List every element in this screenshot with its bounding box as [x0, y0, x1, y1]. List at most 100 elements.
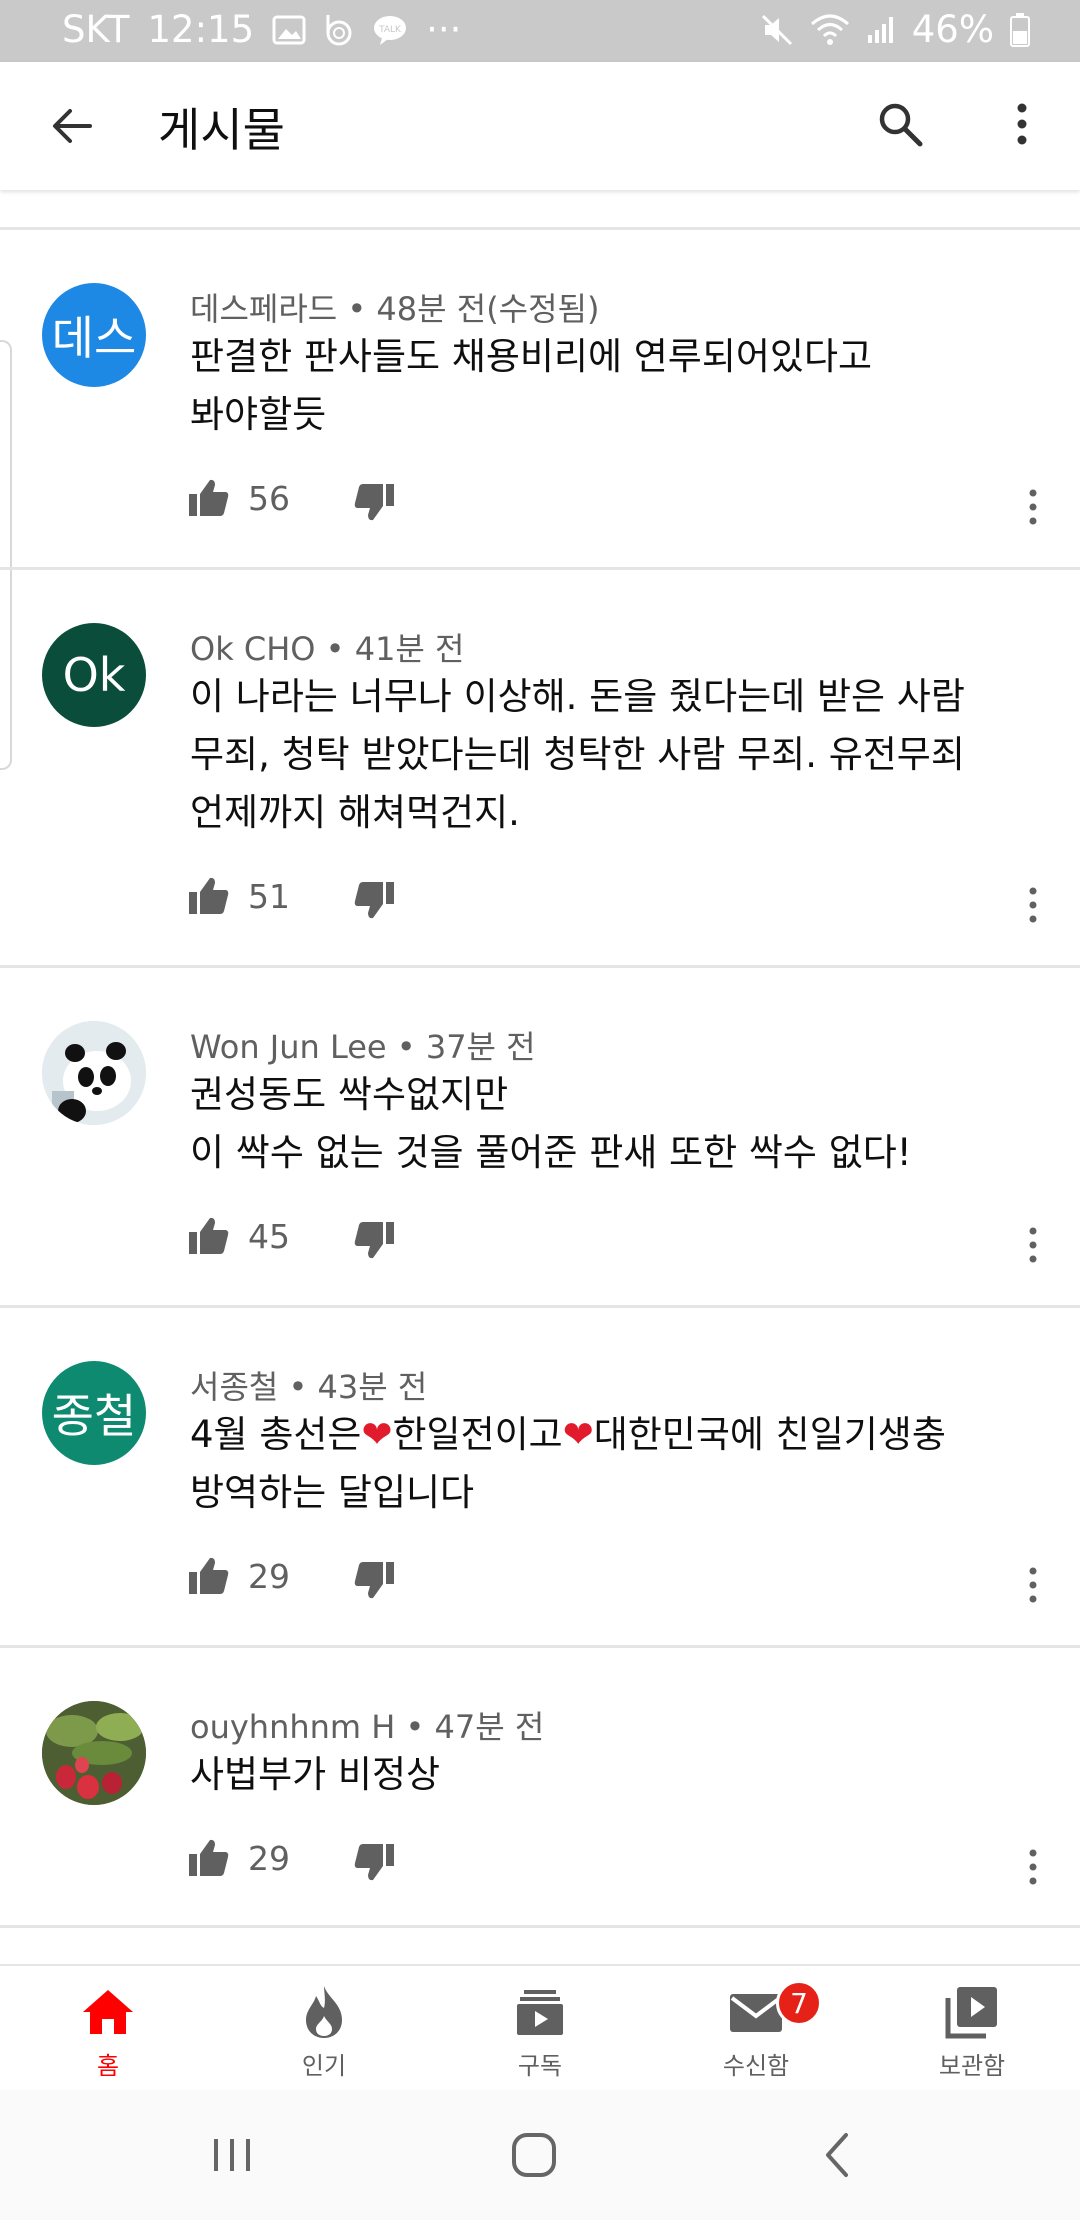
comment-actions: 51 — [188, 876, 1048, 936]
dislike-button[interactable] — [353, 1220, 395, 1264]
comment-line: 사법부가 비정상 — [190, 1753, 441, 1796]
back-arrow-icon — [53, 109, 92, 143]
home-system-button[interactable] — [494, 2120, 574, 2190]
b-app-icon — [324, 13, 354, 47]
comment-author[interactable]: ouyhnhnm H — [190, 1708, 395, 1746]
app-bar: 게시물 — [0, 62, 1080, 190]
meta-separator: • — [347, 290, 367, 328]
thumbs-down-icon — [354, 484, 394, 521]
comment-meta: Ok CHO • 41분 전 — [190, 624, 464, 670]
mute-icon — [760, 13, 794, 47]
system-navigation-bar — [0, 2090, 1080, 2220]
comment-author[interactable]: Ok CHO — [190, 630, 315, 668]
comment-more-button[interactable] — [1018, 1220, 1048, 1270]
more-vert-icon — [1029, 1849, 1037, 1885]
signal-icon — [866, 15, 896, 45]
back-button[interactable] — [40, 94, 104, 158]
comment-line: 언제까지 해쳐먹건지. — [190, 791, 520, 834]
thumbs-down-icon — [354, 1222, 394, 1259]
like-button[interactable]: 29 — [188, 1838, 290, 1878]
comment-line: 방역하는 달입니다 — [190, 1471, 475, 1514]
status-bar: SKT 12:15 TALK ··· 46% — [0, 0, 1080, 62]
nav-trending[interactable]: 인기 — [216, 1966, 432, 2092]
nav-subscriptions[interactable]: 구독 — [432, 1966, 648, 2092]
more-vert-icon — [1029, 1567, 1037, 1603]
heart-emoji: ❤ — [562, 1413, 594, 1456]
more-options-button[interactable] — [990, 92, 1054, 156]
thumbs-down-icon — [354, 1562, 394, 1599]
dislike-button[interactable] — [353, 1842, 395, 1886]
nav-inbox[interactable]: 7 수신함 — [648, 1966, 864, 2092]
comment-time: 37분 전 — [425, 1028, 536, 1066]
more-vert-icon — [1029, 1227, 1037, 1263]
comment-more-button[interactable] — [1018, 880, 1048, 930]
meta-separator: • — [405, 1708, 425, 1746]
like-button[interactable]: 45 — [188, 1216, 290, 1256]
panda-avatar-image — [42, 1021, 146, 1125]
divider — [0, 1925, 1080, 1928]
dislike-button[interactable] — [353, 482, 395, 526]
comment-item: Ok Ok CHO • 41분 전 이 나라는 너무나 이상해. 돈을 줬다는데… — [0, 570, 1080, 966]
thumbs-down-icon — [354, 1844, 394, 1881]
avatar[interactable]: 종철 — [42, 1361, 146, 1465]
talk-icon: TALK — [372, 14, 408, 46]
thumbs-up-icon — [189, 1557, 229, 1594]
like-button[interactable]: 29 — [188, 1556, 290, 1596]
dislike-button[interactable] — [353, 1560, 395, 1604]
search-button[interactable] — [868, 92, 932, 156]
dislike-button[interactable] — [353, 880, 395, 924]
comment-line: 이 싹수 없는 것을 풀어준 판새 또한 싹수 없다! — [190, 1131, 912, 1174]
avatar[interactable]: 데스 — [42, 283, 146, 387]
comment-author[interactable]: 서종철 — [190, 1368, 278, 1406]
comment-line: 판결한 판사들도 채용비리에 연루되어있다고 — [190, 335, 873, 378]
nav-label: 구독 — [517, 2052, 563, 2080]
recents-button[interactable] — [192, 2120, 272, 2190]
page-title: 게시물 — [158, 103, 285, 157]
clock: 12:15 — [147, 8, 255, 51]
nav-home[interactable]: 홈 — [0, 1966, 216, 2092]
comment-text: 이 나라는 너무나 이상해. 돈을 줬다는데 받은 사람 무죄, 청탁 받았다는… — [190, 668, 1050, 842]
comment-author[interactable]: Won Jun Lee — [190, 1028, 387, 1066]
more-vert-icon — [1029, 489, 1037, 525]
recents-icon — [214, 2139, 250, 2171]
gallery-icon — [272, 15, 306, 45]
comment-more-button[interactable] — [1018, 1560, 1048, 1610]
status-overflow: ··· — [426, 8, 462, 51]
home-circle-icon — [512, 2133, 556, 2177]
comment-text: 4월 총선은❤한일전이고❤대한민국에 친일기생충 방역하는 달입니다 — [190, 1406, 1050, 1522]
strawberry-avatar-image — [42, 1701, 146, 1805]
comment-text-part: 한일전이고 — [392, 1413, 563, 1456]
comment-line: 봐야할듯 — [190, 393, 327, 436]
comment-more-button[interactable] — [1018, 482, 1048, 532]
comment-time: 48분 전(수정됨) — [376, 290, 600, 328]
comment-author[interactable]: 데스페라드 — [190, 290, 337, 328]
comment-meta: ouyhnhnm H • 47분 전 — [190, 1702, 544, 1748]
like-button[interactable]: 56 — [188, 478, 290, 518]
avatar[interactable]: Ok — [42, 623, 146, 727]
battery-percent: 46% — [911, 8, 994, 51]
nav-label: 보관함 — [938, 2052, 1006, 2080]
comment-more-button[interactable] — [1018, 1842, 1048, 1892]
like-count: 29 — [248, 1556, 290, 1596]
home-icon — [75, 1982, 141, 2042]
comment-text: 판결한 판사들도 채용비리에 연루되어있다고 봐야할듯 — [190, 328, 1050, 444]
more-vert-icon — [1017, 103, 1027, 145]
avatar[interactable] — [42, 1021, 146, 1125]
nav-label: 홈 — [96, 2052, 120, 2080]
like-button[interactable]: 51 — [188, 876, 290, 916]
notification-badge: 7 — [776, 1980, 822, 2026]
comment-line: 무죄, 청탁 받았다는데 청탁한 사람 무죄. 유전무죄 — [190, 733, 965, 776]
thumbs-up-icon — [189, 877, 229, 914]
avatar-initials: 데스 — [51, 311, 137, 365]
nav-library[interactable]: 보관함 — [864, 1966, 1080, 2092]
carrier-label: SKT — [62, 8, 130, 51]
comment-actions: 45 — [188, 1216, 1048, 1276]
comment-item: ouyhnhnm H • 47분 전 사법부가 비정상 29 — [0, 1648, 1080, 1926]
comment-line: 권성동도 싹수없지만 — [190, 1073, 509, 1116]
comment-time: 43분 전 — [317, 1368, 428, 1406]
avatar[interactable] — [42, 1701, 146, 1805]
comment-meta: Won Jun Lee • 37분 전 — [190, 1022, 536, 1068]
back-system-button[interactable] — [797, 2120, 877, 2190]
thumbs-up-icon — [189, 1217, 229, 1254]
back-chevron-icon — [826, 2133, 848, 2177]
